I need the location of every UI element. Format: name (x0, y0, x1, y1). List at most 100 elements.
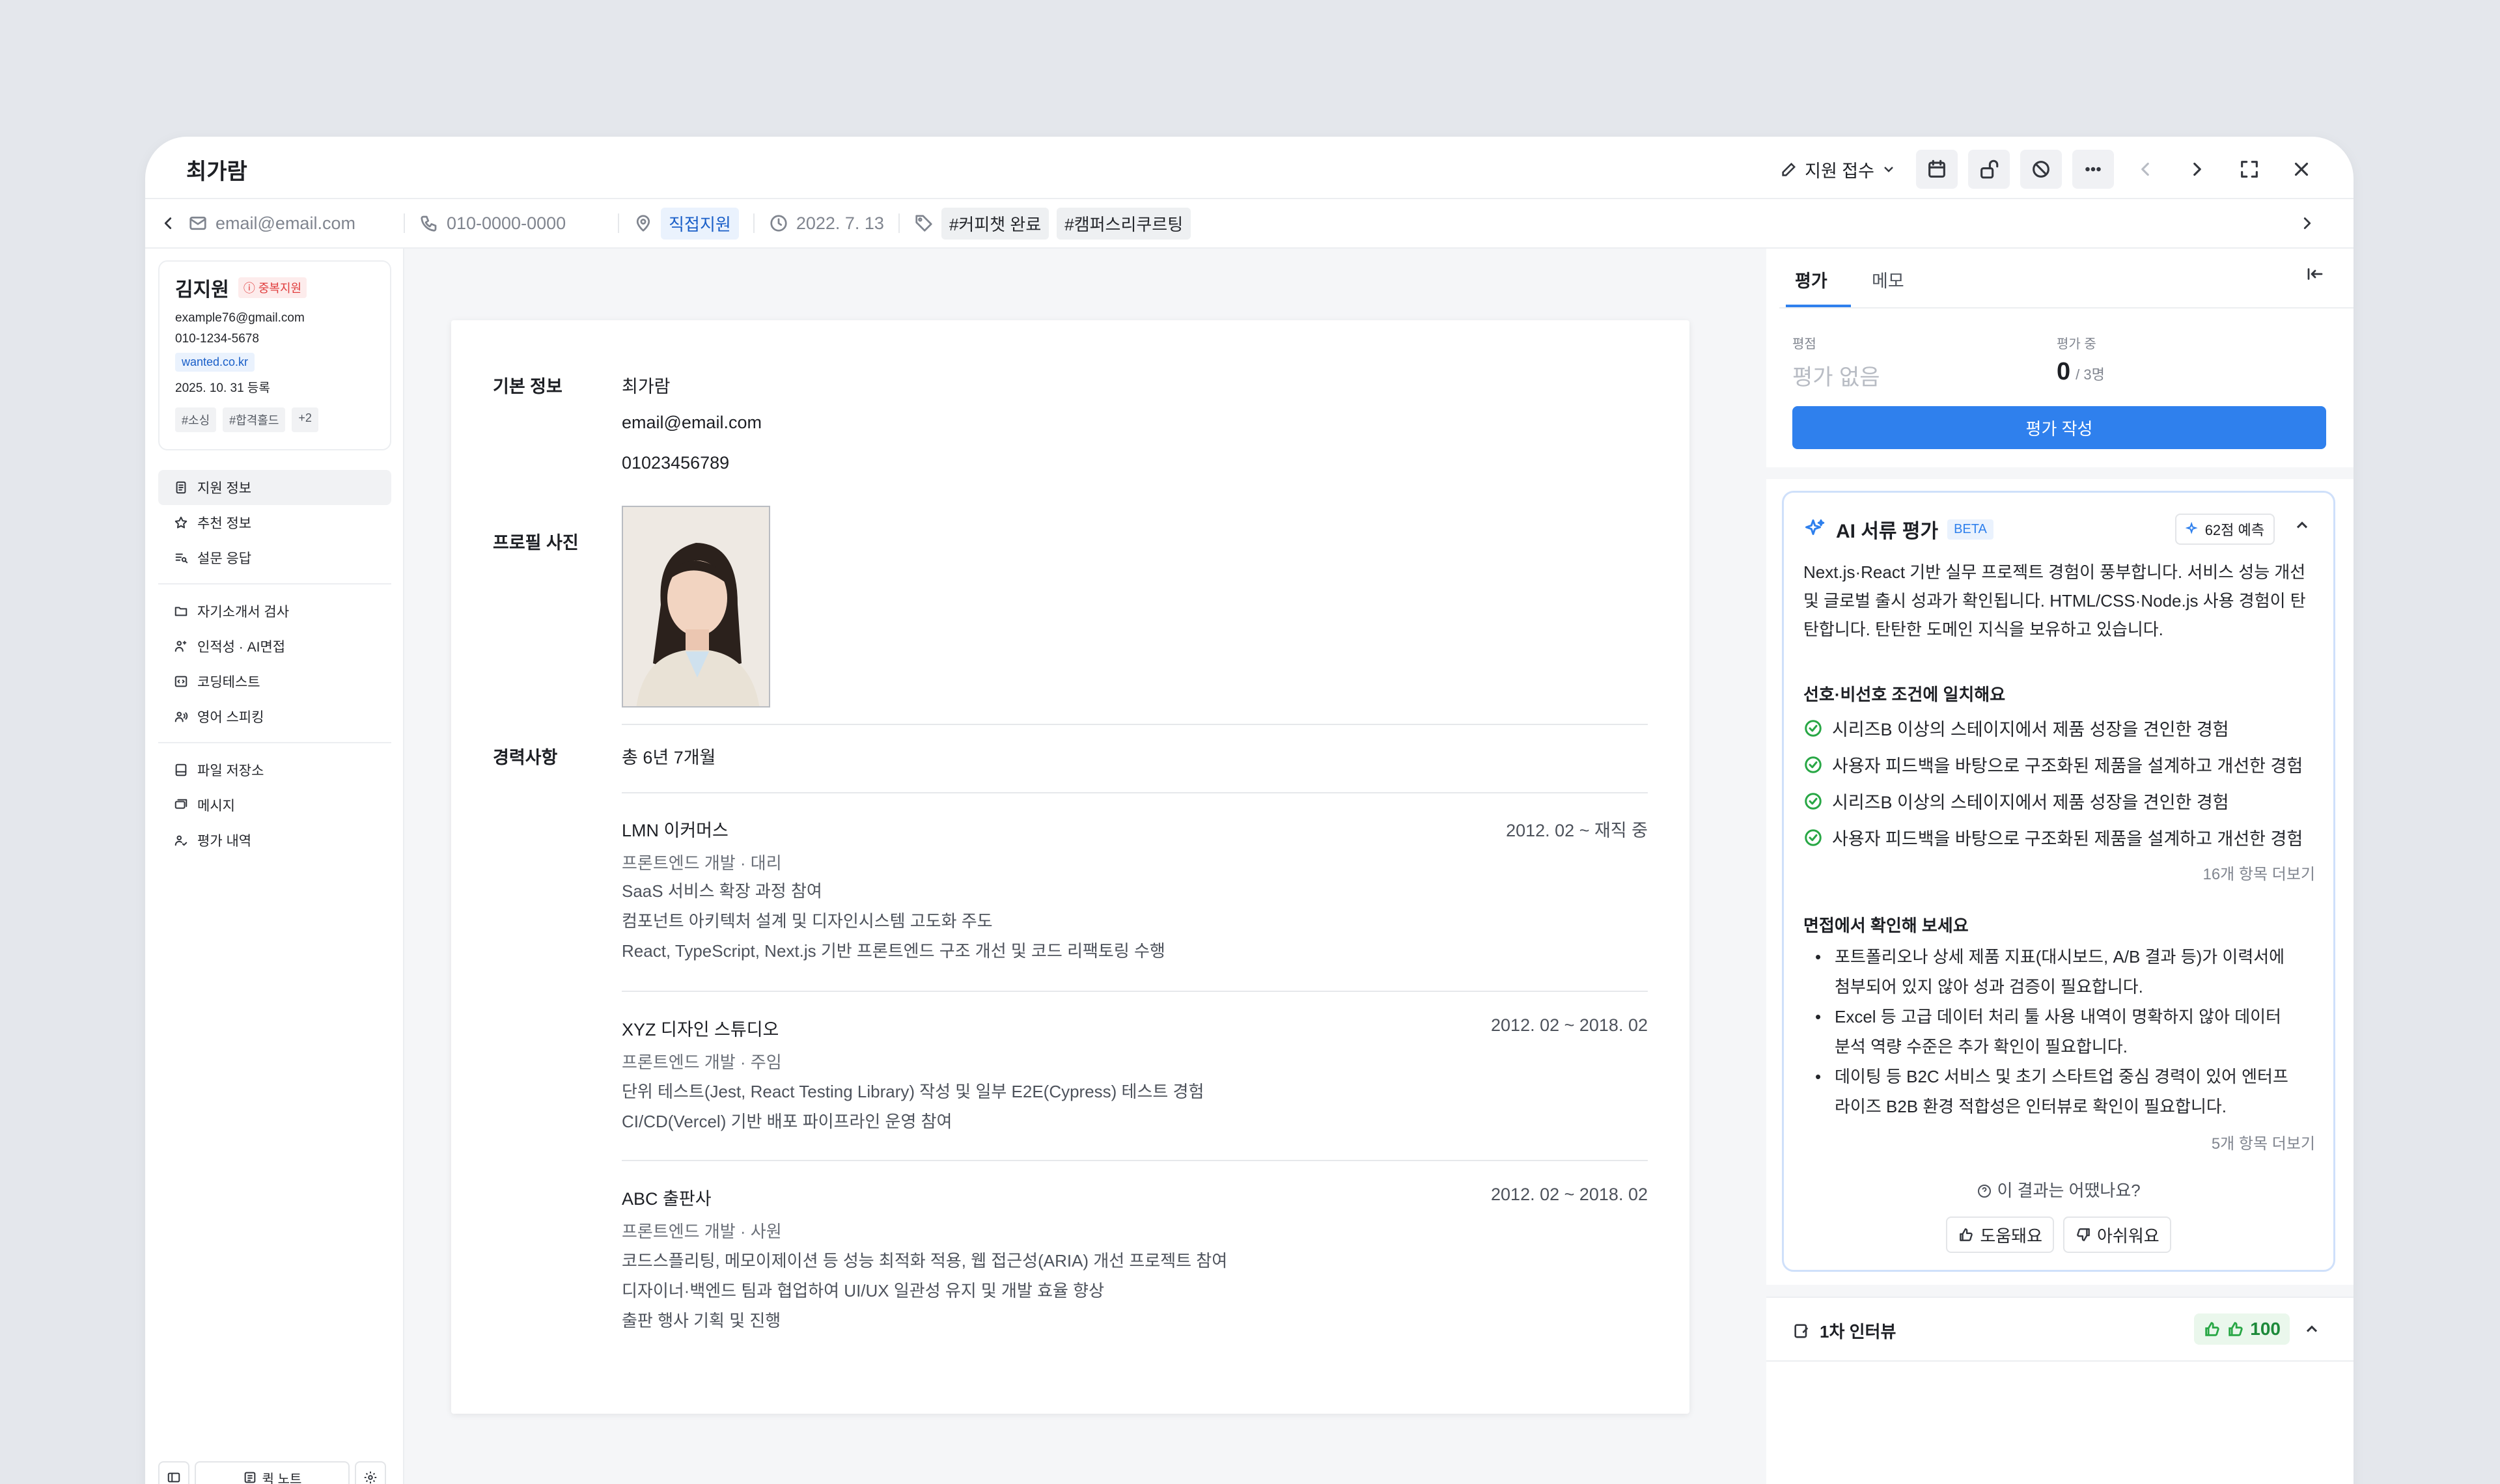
settings-button[interactable] (355, 1461, 386, 1484)
write-evaluation-button[interactable]: 평가 작성 (1792, 406, 2326, 449)
tag-chip[interactable]: #캠퍼스리쿠르팅 (1057, 207, 1191, 240)
divider (898, 213, 900, 233)
applicant-email: email@email.com (622, 413, 762, 432)
next-candidate-button[interactable] (2176, 150, 2218, 189)
ai-card-title: AI 서류 평가 (1836, 521, 1939, 542)
career-period: 2012. 02 ~ 재직 중 (1506, 821, 1648, 840)
score-label: 평점 (1792, 337, 1816, 351)
expand-button[interactable] (2229, 150, 2270, 189)
sidebar-item-evaluation-history[interactable]: 평가 내역 (158, 823, 391, 858)
clock-icon (770, 215, 787, 232)
divider (622, 792, 1648, 793)
collapse-ai-card-button[interactable] (2293, 516, 2311, 538)
expand-icon (2241, 161, 2258, 178)
interview-row[interactable]: 1차 인터뷰 100 (1766, 1297, 2354, 1362)
sidebar-item-messages[interactable]: 메시지 (158, 788, 391, 823)
interview-point: 포트폴리오나 상세 제품 지표(대시보드, A/B 결과 등)가 이력서에 첨부… (1815, 942, 2315, 1002)
tag-chip: #합격홀드 (223, 407, 286, 432)
collapse-interview-button[interactable] (2303, 1320, 2321, 1341)
collapse-left-icon (2307, 268, 2323, 280)
helpful-button[interactable]: 도움돼요 (1946, 1216, 2054, 1253)
collapse-panel-button[interactable] (2305, 264, 2325, 288)
document-viewer: 기본 정보 최가람 email@email.com 01023456789 프로… (404, 249, 1766, 1484)
location-icon (637, 215, 650, 232)
sidebar-item-english-speaking[interactable]: 영어 스피킹 (158, 699, 391, 734)
career-role: 프론트엔드 개발 · 주임 (622, 1052, 782, 1072)
career-description: 코드스플리팅, 메모이제이션 등 성능 최적화 적용, 웹 접근성(ARIA) … (622, 1251, 1228, 1330)
gear-icon (364, 1471, 377, 1484)
ai-document-evaluation-card: AI 서류 평가 BETA 62점 예측 Next.js·React 기반 실무… (1782, 491, 2335, 1272)
divider (622, 991, 1648, 992)
code-icon (174, 676, 188, 687)
sidebar-item-application-info[interactable]: 지원 정보 (158, 470, 391, 505)
person-ai-icon (174, 640, 187, 652)
left-sidebar: 김지원 ⓘ 중복지원 example76@gmail.com 010-1234-… (145, 249, 404, 1484)
status-dropdown[interactable]: 지원 접수 (1771, 151, 1906, 187)
active-tab-indicator (1786, 305, 1851, 307)
sidebar-item-coding-test[interactable]: 코딩테스트 (158, 664, 391, 699)
speaking-icon (174, 711, 188, 722)
archive-icon (175, 763, 187, 776)
match-section-title: 선호·비선호 조건에 일치해요 (1803, 685, 2006, 704)
message-icon (174, 799, 188, 809)
block-button[interactable] (2020, 150, 2062, 189)
career-total: 총 6년 7개월 (622, 748, 716, 767)
more-tags[interactable]: +2 (292, 407, 318, 432)
sidebar-item-file-storage[interactable]: 파일 저장소 (158, 752, 391, 788)
interview-more-link[interactable]: 5개 항목 더보기 (2212, 1131, 2315, 1153)
sidebar-item-survey[interactable]: 설문 응답 (158, 540, 391, 575)
career-label: 경력사항 (493, 748, 558, 767)
match-item: 사용자 피드백을 바탕으로 구조화된 제품을 설계하고 개선한 경험 (1803, 752, 2303, 777)
info-tags: #커피챗 완료 #캠퍼스리쿠르팅 (914, 207, 1191, 240)
status-label: 지원 접수 (1805, 161, 1874, 181)
divider (158, 583, 391, 584)
duplicate-badge: ⓘ 중복지원 (238, 277, 307, 298)
info-email: email@email.com (188, 213, 355, 234)
survey-icon (175, 553, 188, 564)
info-forward-button[interactable] (2298, 213, 2317, 233)
calendar-icon (1928, 159, 1945, 178)
career-role: 프론트엔드 개발 · 사원 (622, 1222, 782, 1241)
feedback-buttons: 도움돼요 아쉬워요 (1784, 1216, 2333, 1253)
sidebar-item-recommendation[interactable]: 추천 정보 (158, 505, 391, 540)
more-button[interactable] (2072, 150, 2114, 189)
candidate-card[interactable]: 김지원 ⓘ 중복지원 example76@gmail.com 010-1234-… (158, 260, 391, 450)
feedback-question: 이 결과는 어땠나요? (1784, 1177, 2333, 1202)
ai-summary: Next.js·React 기반 실무 프로젝트 경험이 풍부합니다. 서비스 … (1803, 562, 2306, 639)
folder-search-icon (174, 607, 188, 616)
section-divider (1766, 467, 2354, 479)
sidebar-item-aptitude-ai-interview[interactable]: 인적성 · AI면접 (158, 629, 391, 664)
toolbar: 지원 접수 (1771, 150, 2322, 189)
candidate-tags: #소싱 #합격홀드 +2 (175, 407, 374, 432)
edit-note-icon (1794, 1323, 1809, 1338)
close-button[interactable] (2281, 150, 2322, 189)
sidebar-item-cover-letter-check[interactable]: 자기소개서 검사 (158, 594, 391, 629)
quick-note-button[interactable]: 퀵 노트 (195, 1461, 350, 1484)
calendar-button[interactable] (1916, 150, 1958, 189)
profile-photo (622, 506, 770, 708)
chevron-down-icon (1884, 167, 1893, 172)
document-icon (176, 481, 186, 494)
thumbs-up-icon (2229, 1322, 2243, 1336)
tag-chip[interactable]: #커피챗 완료 (941, 207, 1049, 240)
unlock-button[interactable] (1968, 150, 2010, 189)
registered-date: 2025. 10. 31 등록 (175, 381, 270, 395)
source-badge: wanted.co.kr (175, 353, 255, 372)
career-company: XYZ 디자인 스튜디오 (622, 1020, 779, 1039)
candidate-phone: 010-1234-5678 (175, 332, 259, 346)
edit-icon (1782, 163, 1796, 176)
unhelpful-button[interactable]: 아쉬워요 (2063, 1216, 2171, 1253)
career-role: 프론트엔드 개발 · 대리 (622, 853, 782, 873)
collapse-sidebar-button[interactable] (158, 1461, 189, 1484)
sparkle-icon (2185, 522, 2198, 534)
info-bar: email@email.com 010-0000-0000 직접지원 2022.… (145, 199, 2354, 249)
note-icon (244, 1472, 255, 1483)
tab-evaluation[interactable]: 평가 (1786, 267, 1851, 307)
sidebar-collapse-icon (167, 1472, 180, 1483)
match-more-link[interactable]: 16개 항목 더보기 (2202, 861, 2315, 884)
close-icon (2294, 162, 2309, 176)
prev-candidate-button[interactable] (2124, 150, 2166, 189)
tab-memo[interactable]: 메모 (1872, 267, 1904, 292)
info-back-button[interactable] (158, 213, 178, 233)
panel-tabs: 평가 메모 (1779, 249, 2354, 309)
